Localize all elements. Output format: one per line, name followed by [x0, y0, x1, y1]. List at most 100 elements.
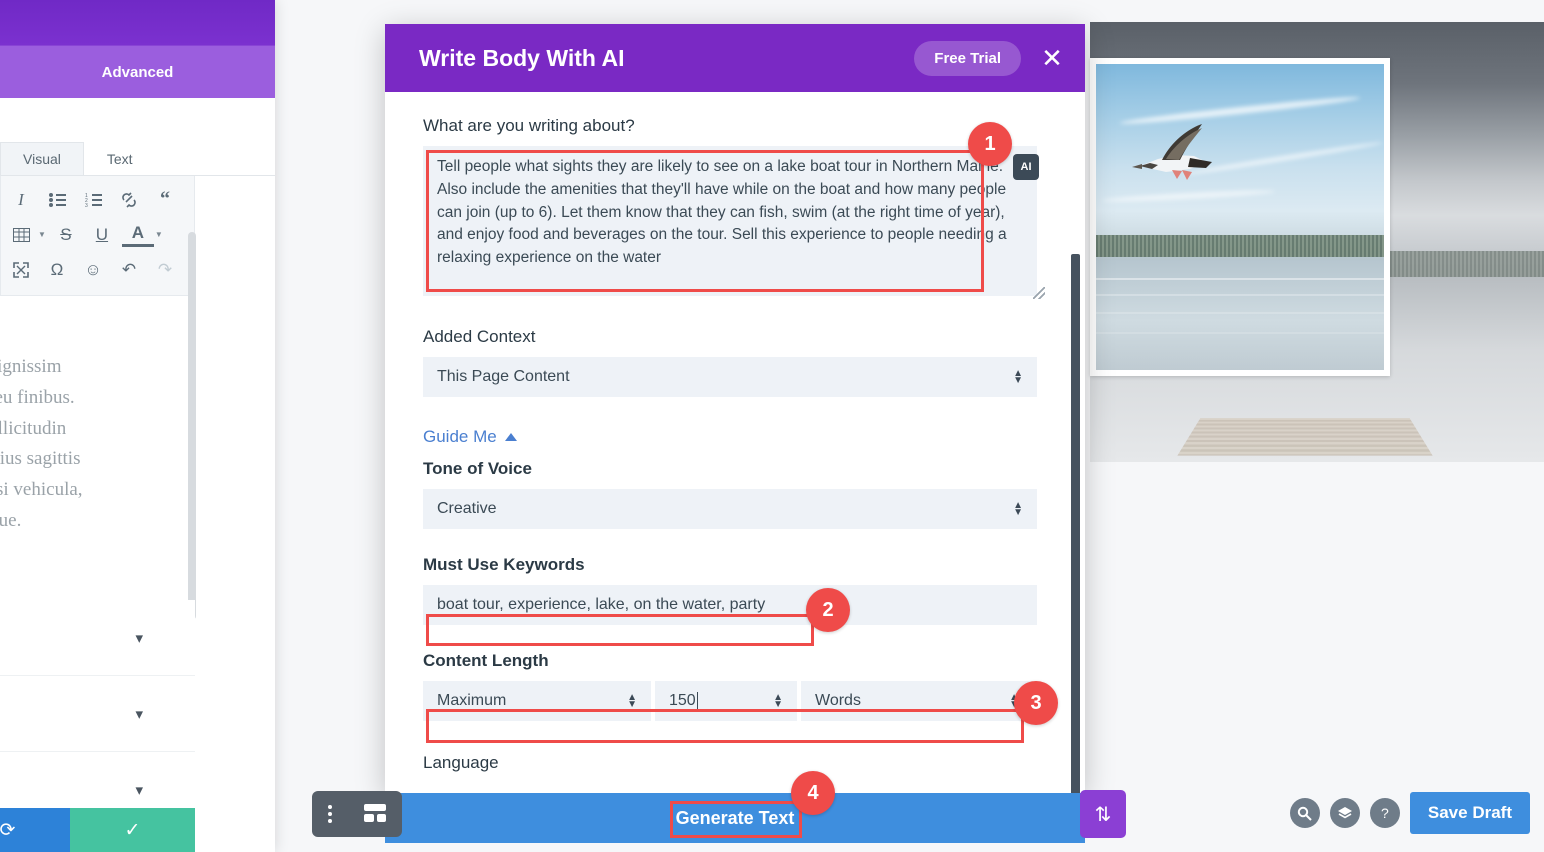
save-draft-button[interactable]: Save Draft — [1409, 792, 1530, 834]
link-icon[interactable] — [113, 185, 145, 215]
lorem-line: ccumsan neque. — [0, 509, 22, 531]
tone-of-voice-label: Tone of Voice — [423, 459, 532, 478]
three-dots-vertical-icon[interactable] — [328, 805, 332, 823]
editor-tab-strip: Visual Text — [0, 136, 275, 176]
tab-visual[interactable]: Visual — [0, 142, 84, 175]
accordion-row[interactable]: ▾ — [0, 676, 195, 752]
content-length-amount-value: 150 — [669, 692, 696, 709]
generate-text-label: Generate Text — [675, 807, 795, 828]
must-use-keywords-label: Must Use Keywords — [423, 555, 585, 574]
settings-accordion: ▾ ▾ ▾ — [0, 600, 195, 828]
lorem-line: s eget tellus eu finibus. — [0, 386, 75, 408]
content-length-unit-select[interactable]: Words ▲▼ — [801, 681, 1033, 721]
prompt-textarea[interactable] — [423, 146, 1037, 296]
generate-text-bar[interactable]: Generate Text — [385, 793, 1085, 843]
lorem-line: rat. Nunc varius sagittis — [0, 448, 81, 470]
content-length-mode-value: Maximum — [437, 692, 507, 709]
panel-redo-button[interactable]: ⟳ — [0, 808, 70, 852]
checkmark-icon: ✓ — [124, 819, 141, 841]
chevron-down-icon: ▾ — [135, 629, 143, 647]
modal-scrollbar-thumb[interactable] — [1071, 254, 1080, 793]
guide-me-label: Guide Me — [423, 427, 497, 446]
toolbar-row-2: ▼ S U A ▼ — [5, 217, 190, 252]
text-color-dropdown-caret-icon[interactable]: ▼ — [155, 230, 163, 239]
free-trial-badge[interactable]: Free Trial — [914, 40, 1021, 76]
content-length-amount-input[interactable]: 150 ▲ ▼ — [655, 681, 797, 721]
textarea-resize-handle[interactable] — [1033, 287, 1045, 299]
hero-dock — [1177, 418, 1433, 456]
select-spinner-icon: ▲▼ — [1013, 500, 1023, 518]
content-length-unit-value: Words — [815, 692, 861, 709]
guide-me-toggle[interactable]: Guide Me — [423, 427, 1047, 447]
chevron-down-icon: ▾ — [135, 705, 143, 723]
content-length-row: Maximum ▲▼ 150 ▲▼ Words ▲▼ — [423, 681, 1037, 721]
added-context-select[interactable]: This Page Content ▲ ▼ — [423, 357, 1037, 397]
inset-bird-photo — [1090, 58, 1390, 376]
modal-header: Write Body With AI Free Trial ✕ — [385, 24, 1085, 92]
accordion-row[interactable]: ▾ — [0, 600, 195, 676]
annotation-badge-2: 2 — [806, 588, 850, 632]
content-length-mode-select[interactable]: Maximum ▲ ▼ — [423, 681, 651, 721]
inset-photo-inner — [1096, 64, 1384, 370]
close-icon[interactable]: ✕ — [1033, 39, 1071, 77]
annotation-badge-1: 1 — [968, 122, 1012, 166]
select-spinner-icon: ▲▼ — [1013, 368, 1023, 386]
divi-settings-panel: Advanced Visual Text I 123 “ ▼ S U A ▼ Ω… — [0, 0, 275, 852]
toolbar-row-1: I 123 “ — [5, 182, 190, 217]
triangle-up-icon — [504, 433, 517, 441]
inset-lake-water — [1096, 259, 1384, 370]
tab-text-label: Text — [106, 151, 133, 167]
chevron-down-icon: ▾ — [135, 781, 143, 799]
tab-text[interactable]: Text — [84, 142, 156, 175]
tab-visual-label: Visual — [23, 151, 61, 167]
editor-toolbar: I 123 “ ▼ S U A ▼ Ω ☺ ↶ ↷ — [0, 176, 195, 296]
annotation-badge-4: 4 — [791, 771, 835, 815]
redo-icon[interactable]: ↷ — [149, 255, 181, 285]
content-length-label: Content Length — [423, 651, 549, 670]
panel-scrollbar[interactable] — [188, 232, 196, 620]
must-use-keywords-value: boat tour, experience, lake, on the wate… — [437, 596, 766, 613]
prompt-label: What are you writing about? — [423, 116, 635, 135]
modal-title: Write Body With AI — [419, 44, 625, 71]
tone-of-voice-select[interactable]: Creative ▲ ▼ — [423, 489, 1037, 529]
redo-icon: ⟳ — [0, 819, 16, 841]
bullet-list-icon[interactable] — [41, 185, 73, 215]
language-label: Language — [423, 753, 499, 772]
tab-advanced[interactable]: Advanced — [0, 46, 275, 98]
builder-bottom-toolbar — [312, 791, 402, 837]
lorem-line: Aenean et nisi vehicula, — [0, 479, 83, 501]
must-use-keywords-input[interactable]: boat tour, experience, lake, on the wate… — [423, 585, 1037, 625]
tone-of-voice-value: Creative — [437, 500, 497, 517]
table-icon[interactable] — [5, 220, 37, 250]
help-icon[interactable]: ? — [1369, 798, 1400, 828]
number-spinner-icon[interactable]: ▲ ▼ — [773, 693, 783, 710]
annotation-badge-3: 3 — [1014, 681, 1058, 725]
flying-bird-icon — [1132, 124, 1212, 180]
blockquote-icon[interactable]: “ — [149, 185, 181, 215]
layers-icon[interactable] — [1329, 798, 1360, 828]
lorem-line: e suscipit, sollicitudin — [0, 417, 67, 439]
tab-advanced-label: Advanced — [101, 63, 174, 81]
modal-body: What are you writing about? AI Added Con… — [385, 92, 1085, 793]
emoji-icon[interactable]: ☺ — [77, 255, 109, 285]
prompt-field-wrap: AI — [423, 146, 1047, 301]
sort-updown-icon[interactable]: ⇅ — [1080, 790, 1126, 838]
bottom-right-actions: ? Save Draft — [1289, 792, 1530, 834]
italic-icon[interactable]: I — [5, 185, 37, 215]
panel-footer-bar: ⟳ ✓ — [0, 808, 195, 852]
panel-save-button[interactable]: ✓ — [70, 808, 195, 852]
numbered-list-icon[interactable]: 123 — [77, 185, 109, 215]
ai-assist-icon[interactable]: AI — [1013, 154, 1039, 180]
strikethrough-icon[interactable]: S — [50, 220, 82, 250]
select-spinner-icon: ▲▼ — [627, 692, 637, 710]
toolbar-row-3: Ω ☺ ↶ ↷ — [5, 252, 190, 287]
underline-icon[interactable]: U — [86, 220, 118, 250]
table-dropdown-caret-icon[interactable]: ▼ — [38, 230, 46, 239]
special-character-icon[interactable]: Ω — [41, 255, 73, 285]
wireframe-icon[interactable] — [364, 804, 386, 824]
text-color-icon[interactable]: A — [121, 223, 154, 247]
undo-icon[interactable]: ↶ — [113, 255, 145, 285]
inset-treeline — [1096, 235, 1384, 258]
fullscreen-icon[interactable] — [5, 255, 37, 285]
search-icon[interactable] — [1289, 798, 1320, 828]
